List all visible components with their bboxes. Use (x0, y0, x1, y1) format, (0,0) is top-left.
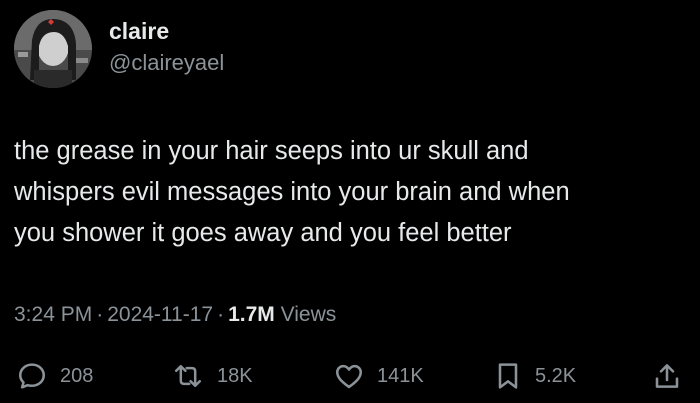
meta-separator: · (96, 303, 104, 326)
tweet-meta: 3:24 PM · 2024-11-17 · 1.7M Views (14, 300, 336, 330)
tweet-time[interactable]: 3:24 PM (14, 303, 92, 326)
avatar[interactable] (14, 10, 92, 88)
share-button[interactable] (652, 356, 682, 396)
heart-icon (336, 364, 362, 389)
tweet-text-line: the grease in your hair seeps into ur sk… (14, 137, 529, 165)
like-button[interactable]: 141K (333, 356, 424, 396)
action-bar: 208 18K 141K 5.2K (0, 356, 700, 396)
repost-arrows-icon (174, 364, 202, 388)
avatar-photo (14, 10, 92, 88)
author-display-name[interactable]: claire (109, 16, 224, 46)
bookmark-count: 5.2K (535, 364, 577, 387)
speech-bubble-icon (19, 363, 45, 389)
tweet-text: the grease in your hair seeps into ur sk… (14, 131, 690, 254)
tweet-text-line: you shower it goes away and you feel bet… (14, 219, 512, 247)
bookmark-icon (498, 363, 518, 389)
tweet-date[interactable]: 2024-11-17 (107, 303, 213, 326)
views-count[interactable]: 1.7M (228, 303, 275, 326)
author-handle[interactable]: @claireyael (109, 48, 224, 78)
repost-count: 18K (217, 364, 253, 387)
share-upload-icon (655, 364, 679, 388)
author-names: claire @claireyael (109, 16, 224, 78)
reply-count: 208 (60, 364, 94, 387)
views-label: Views (280, 303, 337, 326)
repost-button[interactable]: 18K (171, 356, 253, 396)
tweet-card: claire @claireyael the grease in your ha… (0, 0, 700, 403)
tweet-text-line: whispers evil messages into your brain a… (14, 178, 570, 206)
tweet-header: claire @claireyael (14, 10, 224, 88)
reply-button[interactable]: 208 (16, 356, 93, 396)
meta-separator: · (217, 303, 225, 326)
bookmark-button[interactable]: 5.2K (493, 356, 576, 396)
like-count: 141K (377, 364, 424, 387)
